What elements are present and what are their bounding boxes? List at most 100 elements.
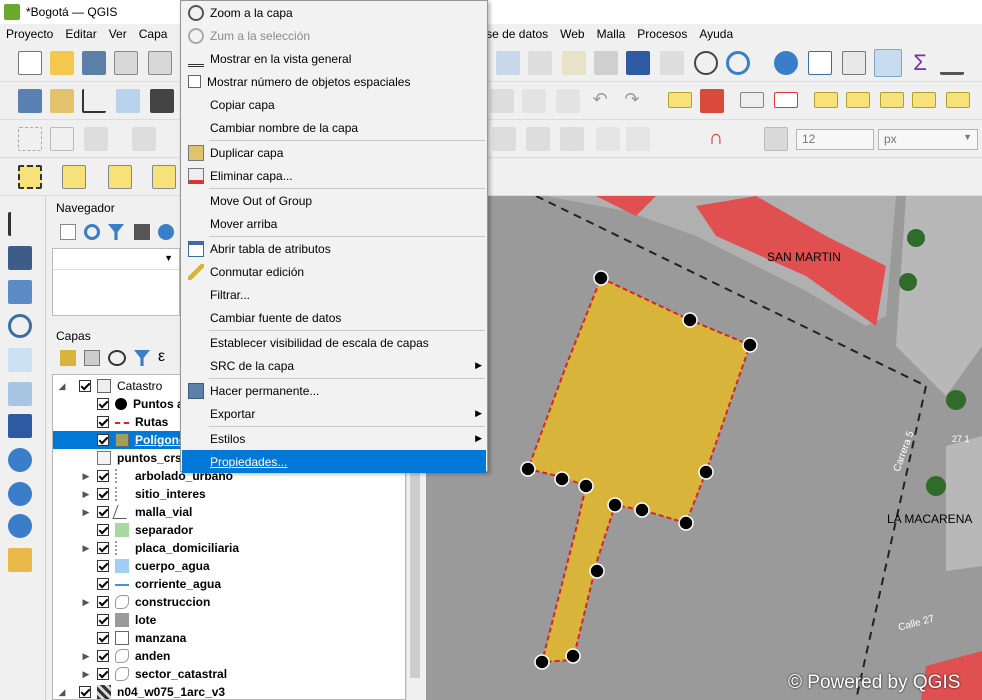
expression-filter-icon[interactable]: ε <box>158 348 165 366</box>
layer-checkbox[interactable] <box>97 578 109 590</box>
filter-browser-icon[interactable] <box>108 224 124 240</box>
layer-checkbox[interactable] <box>97 488 109 500</box>
chevron-right-icon[interactable]: ▶ <box>81 543 91 554</box>
menu-capa[interactable]: Capa <box>133 27 174 41</box>
chevron-right-icon[interactable]: ▶ <box>81 489 91 500</box>
vertex-marker[interactable] <box>578 478 594 494</box>
browser-tree[interactable]: ▼ <box>52 248 180 316</box>
select-features-icon[interactable] <box>18 165 42 189</box>
layer-checkbox[interactable] <box>79 380 91 392</box>
eye-icon[interactable] <box>108 350 126 366</box>
layer-row-anden[interactable]: ▶ anden <box>53 647 405 665</box>
pin-label-icon[interactable] <box>740 92 764 108</box>
identify-icon[interactable] <box>774 51 798 75</box>
copy-icon[interactable] <box>522 89 546 113</box>
vertex-tool-icon[interactable] <box>82 89 106 113</box>
offset-curve-icon[interactable] <box>596 127 620 151</box>
chevron-right-icon[interactable]: ▶ <box>81 651 91 662</box>
clock-icon[interactable] <box>694 51 718 75</box>
layer-checkbox[interactable] <box>97 524 109 536</box>
split-features-icon[interactable] <box>492 127 516 151</box>
add-group-icon[interactable] <box>84 350 100 366</box>
add-vector-icon[interactable] <box>50 89 74 113</box>
menu-malla[interactable]: Malla <box>591 27 632 41</box>
add-delimited-text-icon[interactable] <box>8 314 32 338</box>
menu-procesos[interactable]: Procesos <box>631 27 693 41</box>
pencil-icon[interactable] <box>116 89 140 113</box>
vertex-marker[interactable] <box>589 563 605 579</box>
vertex-marker[interactable] <box>554 471 570 487</box>
select-by-value-icon[interactable] <box>62 165 86 189</box>
layer-style-icon[interactable] <box>18 89 42 113</box>
add-vector-layer-icon[interactable] <box>8 212 32 236</box>
refresh-browser-icon[interactable] <box>84 224 100 240</box>
layer-row-malla[interactable]: ▶ malla_vial <box>53 503 405 521</box>
menu-item-filter[interactable]: Filtrar... <box>182 283 486 306</box>
chevron-down-icon[interactable]: ◢ <box>57 381 67 392</box>
polygon-tool-icon[interactable] <box>50 127 74 151</box>
reshape-icon[interactable] <box>132 127 156 151</box>
menu-web[interactable]: Web <box>554 27 590 41</box>
layer-row-placa[interactable]: ▶ placa_domiciliaria <box>53 539 405 557</box>
label-icon[interactable] <box>668 92 692 108</box>
label-props-icon[interactable] <box>912 92 936 108</box>
new-layer-icon[interactable] <box>8 548 32 572</box>
layer-row-lote[interactable]: lote <box>53 611 405 629</box>
vertex-marker[interactable] <box>698 464 714 480</box>
zoom-selection-icon[interactable] <box>594 51 618 75</box>
paste-icon[interactable] <box>556 89 580 113</box>
map-canvas[interactable]: SAN MARTIN LA MACARENA Carrera 5 Calle 2… <box>426 196 982 700</box>
selected-polygon[interactable] <box>526 276 752 664</box>
layer-checkbox[interactable] <box>79 686 91 698</box>
label-pin-icon[interactable] <box>946 92 970 108</box>
menu-item-rename-layer[interactable]: Cambiar nombre de la capa <box>182 116 486 139</box>
change-label-icon[interactable] <box>880 92 904 108</box>
menu-item-layer-crs[interactable]: SRC de la capa ▶ <box>182 354 486 377</box>
font-size-spinbox[interactable]: 12 <box>796 129 874 150</box>
menu-item-export[interactable]: Exportar ▶ <box>182 402 486 425</box>
menu-proyecto[interactable]: Proyecto <box>0 27 59 41</box>
zoom-out-icon[interactable] <box>528 51 552 75</box>
snap-type-icon[interactable] <box>764 127 788 151</box>
layer-checkbox[interactable] <box>97 542 109 554</box>
menu-item-make-permanent[interactable]: Hacer permanente... <box>182 379 486 402</box>
simplify-icon[interactable] <box>626 127 650 151</box>
menu-item-show-overview[interactable]: Mostrar en la vista general <box>182 47 486 70</box>
menu-item-open-attribute-table[interactable]: Abrir tabla de atributos <box>182 237 486 260</box>
move-label-icon[interactable] <box>814 92 838 108</box>
new-layout-icon[interactable] <box>114 51 138 75</box>
checkbox-icon[interactable] <box>188 75 201 88</box>
deselect-icon[interactable] <box>108 165 132 189</box>
menu-ayuda[interactable]: Ayuda <box>693 27 739 41</box>
vertex-marker[interactable] <box>678 515 694 531</box>
rotate-point-icon[interactable] <box>560 127 584 151</box>
layer-row-manzana[interactable]: manzana <box>53 629 405 647</box>
layer-row-sector[interactable]: ▶ sector_catastral <box>53 665 405 683</box>
layout-manager-icon[interactable] <box>148 51 172 75</box>
add-raster-layer-icon[interactable] <box>8 246 32 270</box>
vertex-marker[interactable] <box>593 270 609 286</box>
menu-item-zoom-to-selection[interactable]: Zum a la selección <box>182 24 486 47</box>
vertex-marker[interactable] <box>634 502 650 518</box>
add-postgis-icon[interactable] <box>8 382 32 406</box>
menu-item-show-feature-count[interactable]: Mostrar número de objetos espaciales <box>182 70 486 93</box>
menu-item-duplicate-layer[interactable]: Duplicar capa <box>182 141 486 164</box>
save-edits-icon[interactable] <box>150 89 174 113</box>
diagram-icon[interactable] <box>700 89 724 113</box>
layer-checkbox[interactable] <box>97 560 109 572</box>
redo-icon[interactable]: ↷ <box>620 89 644 113</box>
layer-checkbox[interactable] <box>97 470 109 482</box>
layer-checkbox[interactable] <box>97 614 109 626</box>
layer-checkbox[interactable] <box>97 632 109 644</box>
filter-legend-icon[interactable] <box>134 350 150 366</box>
show-bookmarks-icon[interactable] <box>660 51 684 75</box>
add-wms-icon[interactable] <box>8 448 32 472</box>
layer-checkbox[interactable] <box>97 506 109 518</box>
open-project-icon[interactable] <box>50 51 74 75</box>
menu-item-change-data-source[interactable]: Cambiar fuente de datos <box>182 306 486 329</box>
chevron-right-icon[interactable]: ▶ <box>81 669 91 680</box>
vertex-marker[interactable] <box>565 648 581 664</box>
snap-icon[interactable] <box>18 127 42 151</box>
chevron-right-icon[interactable]: ▶ <box>81 507 91 518</box>
rotate-label-icon[interactable] <box>846 92 870 108</box>
